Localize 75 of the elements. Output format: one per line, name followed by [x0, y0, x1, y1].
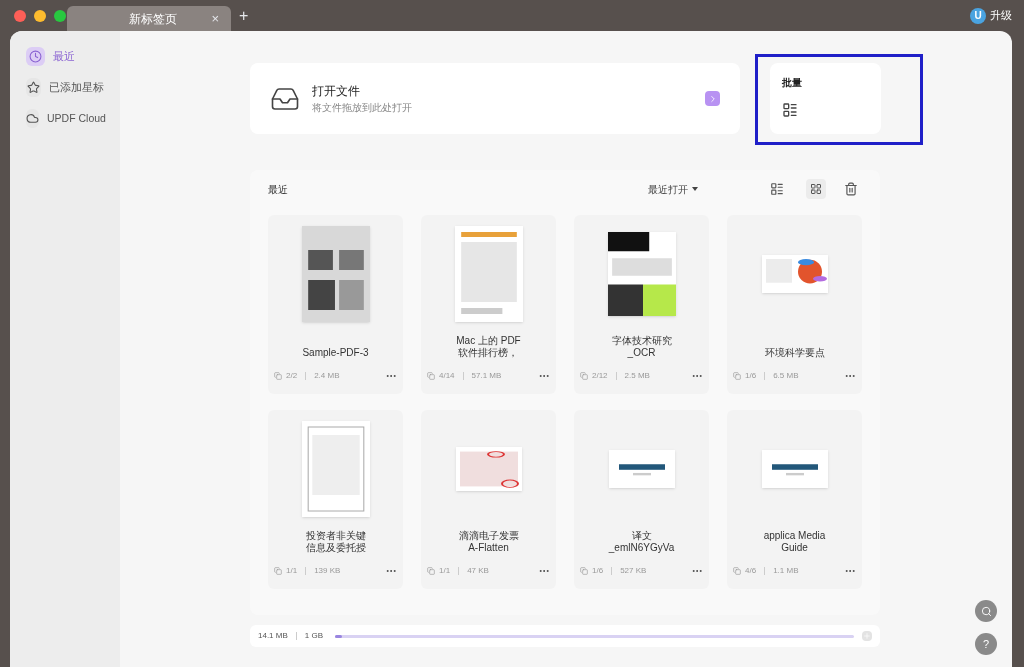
- file-name: 信息及委托授: [305, 542, 366, 554]
- recent-heading: 最近: [268, 182, 288, 197]
- file-name: 投资者非关键: [305, 530, 366, 542]
- page-count: 1/6: [592, 565, 604, 577]
- file-size: 139 KB: [314, 565, 341, 577]
- page-count: 1/1: [286, 565, 298, 577]
- new-tab-button[interactable]: +: [239, 3, 249, 28]
- file-size: 47 KB: [467, 565, 489, 577]
- file-size: 2.4 MB: [314, 370, 340, 382]
- sidebar-item[interactable]: 最近: [26, 47, 104, 66]
- page-count: 2/2: [286, 370, 298, 382]
- batch-title: 批量: [782, 76, 803, 90]
- browser-tab[interactable]: 新标签页 ×: [67, 6, 231, 31]
- page-count: 1/6: [745, 370, 757, 382]
- file-card[interactable]: 滴滴电子发票 A-Flatten 1/1 47 KB: [421, 410, 556, 589]
- batch-card[interactable]: 批量: [770, 63, 881, 134]
- file-card[interactable]: 投资者非关键 信息及委托授 1/1 139 KB: [268, 410, 403, 589]
- open-file-hint: 将文件拖放到此处打开: [312, 101, 412, 115]
- maximize-window-button[interactable]: [54, 9, 66, 22]
- star-icon: [27, 81, 40, 94]
- file-size: 6.5 MB: [773, 370, 799, 382]
- page-count: 4/14: [439, 370, 455, 382]
- caret-icon: [692, 187, 698, 191]
- sidebar-item[interactable]: 已添加星标: [26, 78, 104, 97]
- file-name: 字体技术研究: [611, 335, 672, 347]
- file-card[interactable]: Sample-PDF-3 2/2 2.4 MB: [268, 215, 403, 394]
- file-size: 527 KB: [620, 565, 647, 577]
- pages-icon: [427, 567, 435, 575]
- open-file-title: 打开文件: [312, 83, 361, 100]
- open-file-card[interactable]: 打开文件 将文件拖放到此处打开: [250, 63, 740, 134]
- pages-icon: [733, 567, 741, 575]
- pages-icon: [427, 372, 435, 380]
- search-button[interactable]: [975, 600, 997, 622]
- file-name: 滴滴电子发票: [458, 530, 519, 542]
- tab-title: 新标签页: [129, 10, 178, 28]
- file-name: _OCR: [627, 347, 656, 359]
- file-card[interactable]: applica Media Guide 4/6 1.1 MB: [727, 410, 862, 589]
- storage-used: 14.1 MB: [258, 630, 288, 642]
- pages-icon: [580, 372, 588, 380]
- search-icon: [980, 605, 992, 617]
- file-name: Guide: [781, 542, 808, 554]
- file-name: 软件排行榜，: [458, 347, 519, 359]
- trash-icon[interactable]: [844, 182, 858, 196]
- file-name: Sample-PDF-3: [302, 347, 369, 359]
- close-window-button[interactable]: [14, 9, 26, 22]
- storage-total: 1 GB: [304, 630, 324, 642]
- file-name: _emlN6YGyVa: [608, 542, 675, 554]
- file-size: 2.5 MB: [624, 370, 650, 382]
- minimize-window-button[interactable]: [34, 9, 46, 22]
- upgrade-link[interactable]: 升级: [990, 7, 1012, 24]
- file-size: 57.1 MB: [471, 370, 502, 382]
- page-count: 2/12: [592, 370, 608, 382]
- file-name: 环境科学要点: [764, 347, 825, 359]
- list-view-icon[interactable]: [770, 182, 784, 196]
- grid-view-button[interactable]: [806, 179, 826, 199]
- pages-icon: [580, 567, 588, 575]
- file-card[interactable]: 字体技术研究 _OCR 2/12 2.5 MB: [574, 215, 709, 394]
- pages-icon: [274, 567, 282, 575]
- page-count: 4/6: [745, 565, 757, 577]
- sort-dropdown[interactable]: 最近打开: [648, 181, 698, 197]
- cloud-icon: [26, 112, 39, 125]
- file-card[interactable]: 译文 _emlN6YGyVa 1/6 527 KB: [574, 410, 709, 589]
- file-name: 译文: [631, 530, 652, 542]
- file-card[interactable]: 环境科学要点 1/6 6.5 MB: [727, 215, 862, 394]
- pages-icon: [733, 372, 741, 380]
- file-name: Mac 上的 PDF: [456, 335, 521, 347]
- file-size: 1.1 MB: [773, 565, 799, 577]
- grid-icon: [810, 183, 822, 195]
- pages-icon: [274, 372, 282, 380]
- clock-icon: [29, 50, 42, 63]
- page-count: 1/1: [439, 565, 451, 577]
- file-name: A-Flatten: [468, 542, 509, 554]
- file-card[interactable]: Mac 上的 PDF 软件排行榜， 4/14 57.1 MB: [421, 215, 556, 394]
- sidebar-item[interactable]: UPDF Cloud: [26, 109, 104, 128]
- file-name: applica Media: [763, 530, 826, 542]
